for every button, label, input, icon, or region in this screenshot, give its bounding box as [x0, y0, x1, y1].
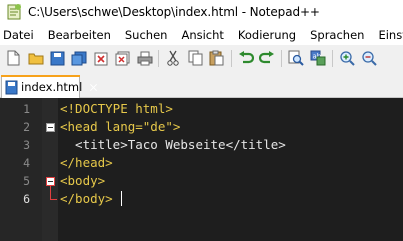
zoom-in-icon[interactable] [338, 50, 355, 67]
open-file-icon[interactable] [27, 50, 44, 67]
line-text: <!DOCTYPE html> [60, 101, 173, 116]
code-line: 4 </head> [0, 154, 403, 172]
menu-sprachen[interactable]: Sprachen [303, 28, 371, 42]
title-bar: C:\Users\schwe\Desktop\index.html - Note… [0, 0, 403, 24]
cut-icon[interactable] [165, 50, 182, 67]
menu-datei[interactable]: Datei [0, 28, 41, 42]
line-text: <body> [60, 173, 106, 188]
close-icon[interactable] [93, 50, 110, 67]
code-line-current: 6 </body> [0, 190, 403, 208]
menu-bar: Datei Bearbeiten Suchen Ansicht Kodierun… [0, 24, 403, 45]
line-text: </body> [60, 191, 113, 206]
line-text: <head lang="de"> [60, 119, 181, 134]
find-icon[interactable] [288, 50, 305, 67]
line-number: 4 [23, 156, 30, 170]
zoom-out-icon[interactable] [360, 50, 377, 67]
toolbar-separator [158, 49, 160, 67]
line-text: <title>Taco Webseite</title> [60, 137, 286, 152]
tab-label: index.html [21, 80, 83, 94]
code-editor[interactable]: 1 <!DOCTYPE html> 2 <head lang="de"> 3 <… [0, 98, 403, 241]
line-text: </head> [60, 155, 113, 170]
new-file-icon[interactable] [5, 50, 22, 67]
line-number: 3 [23, 138, 30, 152]
menu-kodierung[interactable]: Kodierung [231, 28, 303, 42]
toolbar-separator [281, 49, 283, 67]
paste-icon[interactable] [208, 50, 225, 67]
copy-icon[interactable] [187, 50, 204, 67]
redo-icon[interactable] [259, 50, 276, 67]
menu-ansicht[interactable]: Ansicht [174, 28, 230, 42]
line-number: 1 [23, 102, 30, 116]
line-number: 2 [23, 120, 30, 134]
save-icon[interactable] [49, 50, 66, 67]
toolbar-separator [331, 49, 333, 67]
window-title: C:\Users\schwe\Desktop\index.html - Note… [28, 5, 320, 19]
toolbar-separator [230, 49, 232, 67]
code-line: 3 <title>Taco Webseite</title> [0, 136, 403, 154]
fold-range-line [50, 185, 51, 199]
fold-toggle-icon[interactable] [46, 123, 55, 132]
text-cursor [121, 191, 122, 206]
code-line: 1 <!DOCTYPE html> [0, 100, 403, 118]
undo-icon[interactable] [237, 50, 254, 67]
menu-suchen[interactable]: Suchen [118, 28, 175, 42]
menu-bearbeiten[interactable]: Bearbeiten [41, 28, 118, 42]
line-number: 5 [23, 174, 30, 188]
replace-icon[interactable]: ab [310, 50, 327, 67]
toolbar: ab [0, 45, 403, 71]
menu-einstellungen[interactable]: Einstellun [371, 28, 403, 42]
notepad-plus-plus-icon [6, 4, 22, 20]
print-icon[interactable] [136, 50, 153, 67]
code-line: 5 <body> [0, 172, 403, 190]
line-number: 6 [23, 192, 30, 206]
file-saved-icon [5, 80, 18, 95]
tab-index-html[interactable]: index.html [1, 75, 83, 98]
code-line: 2 <head lang="de"> [0, 118, 403, 136]
tab-bar: index.html [0, 71, 403, 98]
fold-range-end [50, 199, 57, 200]
save-all-icon[interactable] [71, 50, 88, 67]
close-all-icon[interactable] [114, 50, 131, 67]
